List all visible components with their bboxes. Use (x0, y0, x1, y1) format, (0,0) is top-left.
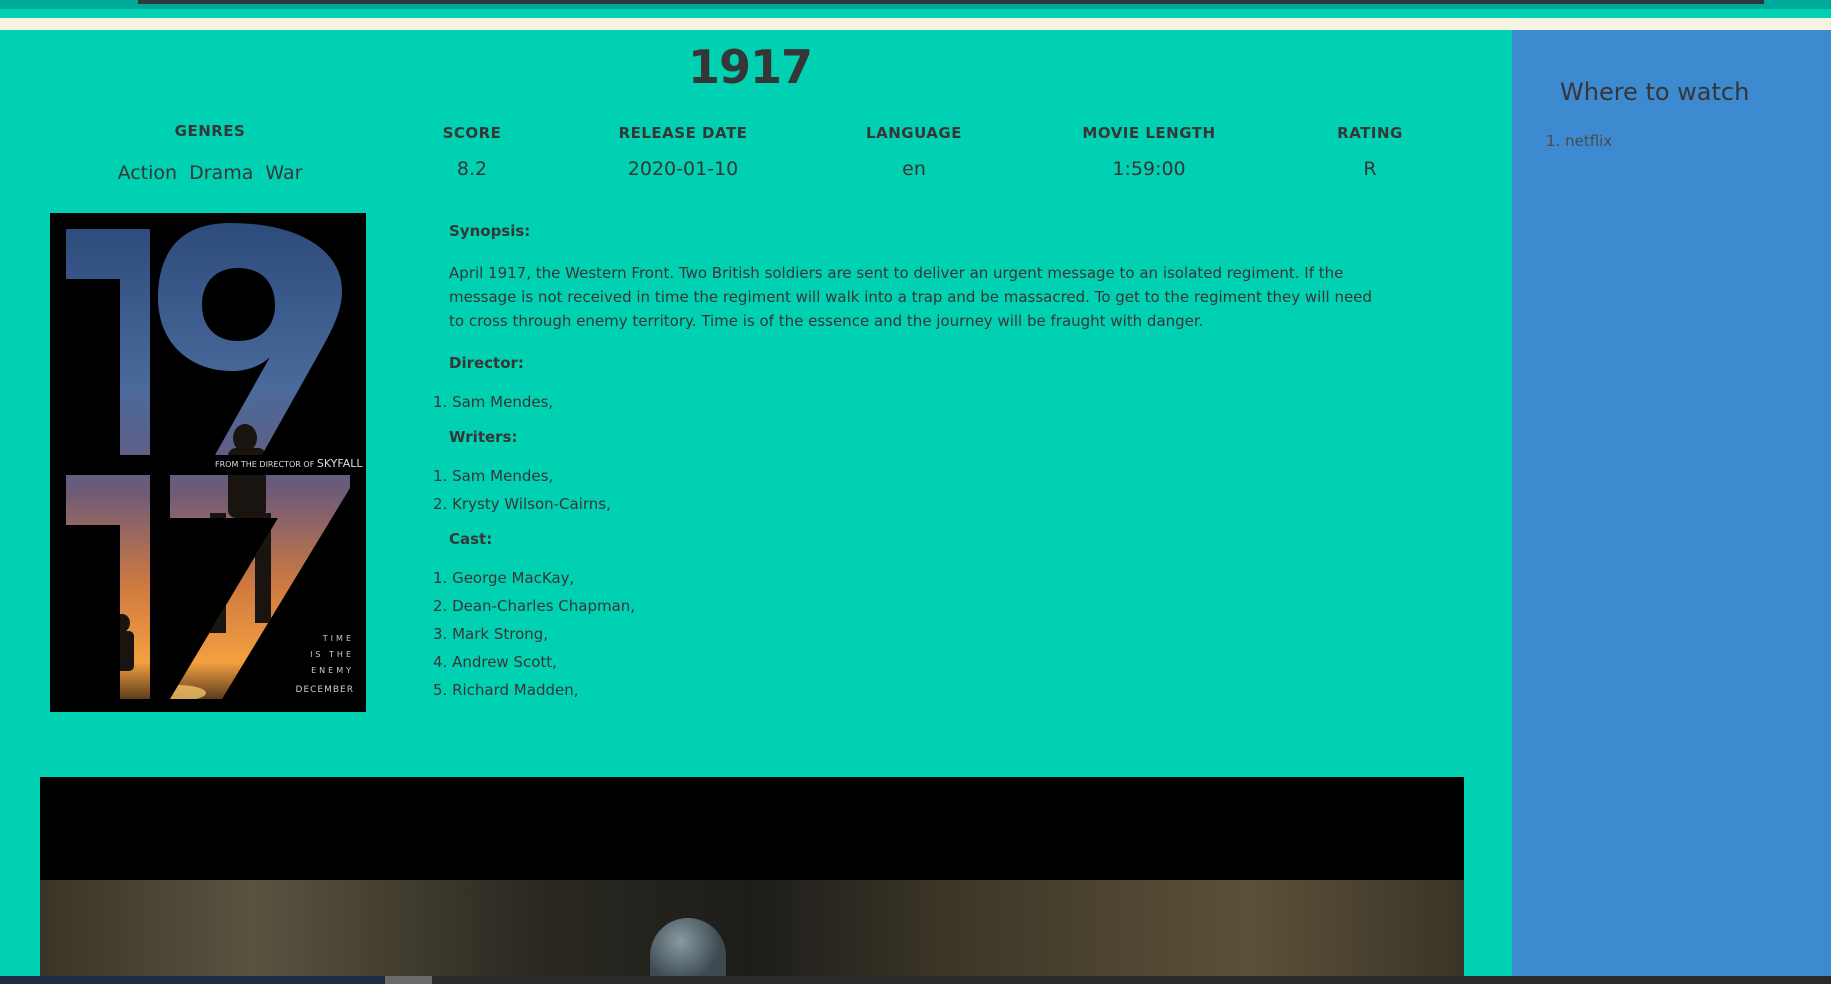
cast-item: 1. George MacKay, (433, 569, 575, 587)
browser-top-bar (138, 0, 1764, 4)
taskbar-segment-active (385, 976, 432, 984)
release-date-column: RELEASE DATE 2020-01-10 (593, 124, 773, 180)
provider-item[interactable]: 1. netflix (1546, 132, 1612, 150)
cast-item: 4. Andrew Scott, (433, 653, 557, 671)
poster-time-enemy: TIME IS THE ENEMY (310, 631, 354, 679)
poster-enemy: ENEMY (311, 666, 354, 675)
movie-poster: FROM THE DIRECTOR OF SKYFALL TIME IS THE… (50, 213, 366, 712)
score-column: SCORE 8.2 (412, 124, 532, 180)
poster-tagline-big: SKYFALL (316, 457, 363, 470)
genres-heading: GENRES (174, 122, 246, 140)
language-value: en (902, 158, 926, 180)
rating-value: R (1363, 158, 1377, 180)
where-to-watch-title: Where to watch (1560, 78, 1750, 106)
score-heading: SCORE (442, 124, 502, 142)
director-label: Director: (449, 354, 524, 372)
trailer-video-player[interactable] (40, 777, 1464, 976)
director-list: 1. Sam Mendes, (433, 393, 1393, 421)
cast-item: 3. Mark Strong, (433, 625, 549, 643)
where-to-watch-sidebar: Where to watch 1. netflix (1512, 30, 1831, 976)
provider-list: 1. netflix (1546, 132, 1612, 150)
writers-label: Writers: (449, 428, 518, 446)
cast-label: Cast: (449, 530, 493, 548)
cast-item: 2. Dean-Charles Chapman, (433, 597, 636, 615)
release-date-value: 2020-01-10 (627, 158, 739, 180)
movie-length-column: MOVIE LENGTH 1:59:00 (1059, 124, 1239, 180)
cast-item: 5. Richard Madden, (433, 681, 579, 699)
writers-list: 1. Sam Mendes, 2. Krysty Wilson-Cairns, (433, 467, 1393, 523)
rating-column: RATING R (1310, 124, 1430, 180)
synopsis-label: Synopsis: (449, 222, 531, 240)
writer-item: 2. Krysty Wilson-Cairns, (433, 495, 611, 513)
writer-item: 1. Sam Mendes, (433, 467, 554, 485)
poster-time: TIME (322, 634, 354, 643)
page-top-band (0, 18, 1831, 30)
rating-heading: RATING (1337, 124, 1403, 142)
poster-month: DECEMBER (295, 685, 354, 695)
language-heading: LANGUAGE (866, 124, 962, 142)
director-item: 1. Sam Mendes, (433, 393, 554, 411)
movie-length-heading: MOVIE LENGTH (1082, 124, 1216, 142)
score-value: 8.2 (456, 158, 488, 180)
genres-column: GENRES Action Drama War (90, 122, 330, 184)
genres-values: Action Drama War (117, 162, 303, 184)
poster-is-the: IS THE (310, 650, 354, 659)
cast-list: 1. George MacKay, 2. Dean-Charles Chapma… (433, 569, 1393, 709)
language-column: LANGUAGE en (844, 124, 984, 180)
poster-tagline-small: FROM THE DIRECTOR OF (215, 460, 315, 469)
movie-title: 1917 (687, 40, 813, 94)
synopsis-text: April 1917, the Western Front. Two Briti… (449, 264, 1372, 330)
movie-length-value: 1:59:00 (1112, 158, 1186, 180)
taskbar-segment (0, 976, 385, 984)
movie-details: Synopsis: April 1917, the Western Front.… (433, 222, 1393, 709)
video-frame (40, 880, 1464, 976)
release-date-heading: RELEASE DATE (618, 124, 748, 142)
poster-tagline: FROM THE DIRECTOR OF SKYFALL (215, 457, 362, 470)
